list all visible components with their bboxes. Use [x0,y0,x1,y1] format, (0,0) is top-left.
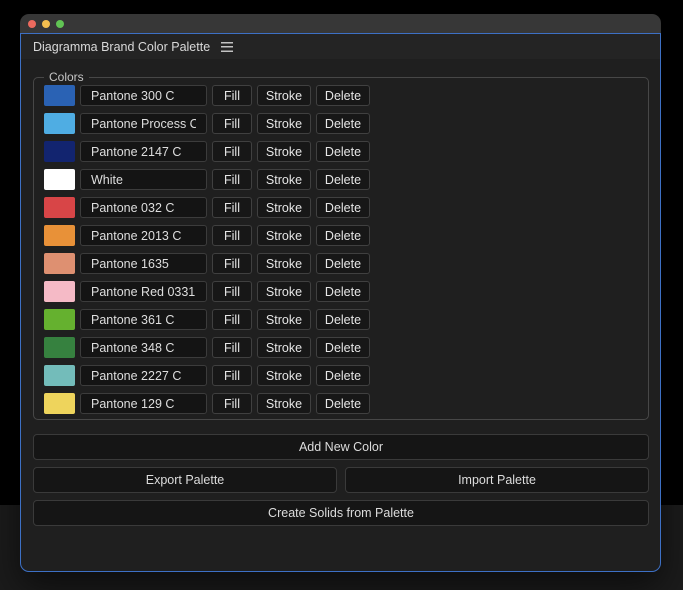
fill-button[interactable]: Fill [212,337,252,358]
color-row: Fill Stroke Delete [44,85,638,106]
panel-title: Diagramma Brand Color Palette [33,39,211,54]
stroke-button[interactable]: Stroke [257,365,311,386]
fill-button[interactable]: Fill [212,197,252,218]
delete-button[interactable]: Delete [316,365,370,386]
delete-button[interactable]: Delete [316,309,370,330]
fill-button[interactable]: Fill [212,365,252,386]
color-row: Fill Stroke Delete [44,309,638,330]
stroke-button[interactable]: Stroke [257,141,311,162]
fill-button[interactable]: Fill [212,225,252,246]
color-swatch[interactable] [44,197,75,218]
stroke-button[interactable]: Stroke [257,253,311,274]
color-name-input[interactable] [80,141,207,162]
color-swatch[interactable] [44,281,75,302]
stroke-button[interactable]: Stroke [257,281,311,302]
delete-button[interactable]: Delete [316,85,370,106]
stroke-button[interactable]: Stroke [257,197,311,218]
color-swatch[interactable] [44,309,75,330]
window: Diagramma Brand Color Palette Colors Fil… [20,14,661,572]
color-row: Fill Stroke Delete [44,169,638,190]
color-swatch[interactable] [44,141,75,162]
export-palette-button[interactable]: Export Palette [33,467,337,493]
fill-button[interactable]: Fill [212,141,252,162]
fill-button[interactable]: Fill [212,309,252,330]
color-row: Fill Stroke Delete [44,113,638,134]
delete-button[interactable]: Delete [316,253,370,274]
color-name-input[interactable] [80,85,207,106]
color-swatch[interactable] [44,85,75,106]
import-palette-button[interactable]: Import Palette [345,467,649,493]
hamburger-menu-icon[interactable] [221,41,234,52]
color-row: Fill Stroke Delete [44,281,638,302]
color-name-input[interactable] [80,393,207,414]
stroke-button[interactable]: Stroke [257,169,311,190]
color-name-input[interactable] [80,337,207,358]
panel: Diagramma Brand Color Palette Colors Fil… [20,33,661,572]
fill-button[interactable]: Fill [212,281,252,302]
color-swatch[interactable] [44,225,75,246]
color-name-input[interactable] [80,365,207,386]
color-rows: Fill Stroke Delete Fill Stroke Delete Fi… [44,85,638,414]
color-name-input[interactable] [80,225,207,246]
color-swatch[interactable] [44,253,75,274]
delete-button[interactable]: Delete [316,197,370,218]
delete-button[interactable]: Delete [316,169,370,190]
create-solids-button[interactable]: Create Solids from Palette [33,500,649,526]
delete-button[interactable]: Delete [316,337,370,358]
stroke-button[interactable]: Stroke [257,393,311,414]
color-name-input[interactable] [80,113,207,134]
fill-button[interactable]: Fill [212,85,252,106]
delete-button[interactable]: Delete [316,393,370,414]
export-import-row: Export Palette Import Palette [33,467,649,493]
stroke-button[interactable]: Stroke [257,309,311,330]
stroke-button[interactable]: Stroke [257,85,311,106]
color-row: Fill Stroke Delete [44,365,638,386]
color-swatch[interactable] [44,169,75,190]
color-swatch[interactable] [44,113,75,134]
color-name-input[interactable] [80,197,207,218]
color-name-input[interactable] [80,253,207,274]
add-new-color-button[interactable]: Add New Color [33,434,649,460]
minimize-button[interactable] [42,19,50,28]
fill-button[interactable]: Fill [212,253,252,274]
color-row: Fill Stroke Delete [44,197,638,218]
delete-button[interactable]: Delete [316,225,370,246]
zoom-button[interactable] [56,19,64,28]
color-row: Fill Stroke Delete [44,253,638,274]
color-swatch[interactable] [44,365,75,386]
fill-button[interactable]: Fill [212,113,252,134]
color-swatch[interactable] [44,393,75,414]
color-row: Fill Stroke Delete [44,393,638,414]
fill-button[interactable]: Fill [212,393,252,414]
titlebar[interactable] [20,14,661,33]
colors-group: Colors Fill Stroke Delete Fill Stroke De… [33,70,649,420]
panel-content: Colors Fill Stroke Delete Fill Stroke De… [21,59,660,571]
color-name-input[interactable] [80,309,207,330]
close-button[interactable] [28,19,36,28]
fill-button[interactable]: Fill [212,169,252,190]
color-row: Fill Stroke Delete [44,337,638,358]
delete-button[interactable]: Delete [316,113,370,134]
colors-group-label: Colors [44,70,89,85]
color-name-input[interactable] [80,281,207,302]
delete-button[interactable]: Delete [316,281,370,302]
stroke-button[interactable]: Stroke [257,225,311,246]
color-swatch[interactable] [44,337,75,358]
delete-button[interactable]: Delete [316,141,370,162]
panel-header: Diagramma Brand Color Palette [21,34,660,59]
color-row: Fill Stroke Delete [44,225,638,246]
stroke-button[interactable]: Stroke [257,113,311,134]
color-name-input[interactable] [80,169,207,190]
stroke-button[interactable]: Stroke [257,337,311,358]
color-row: Fill Stroke Delete [44,141,638,162]
